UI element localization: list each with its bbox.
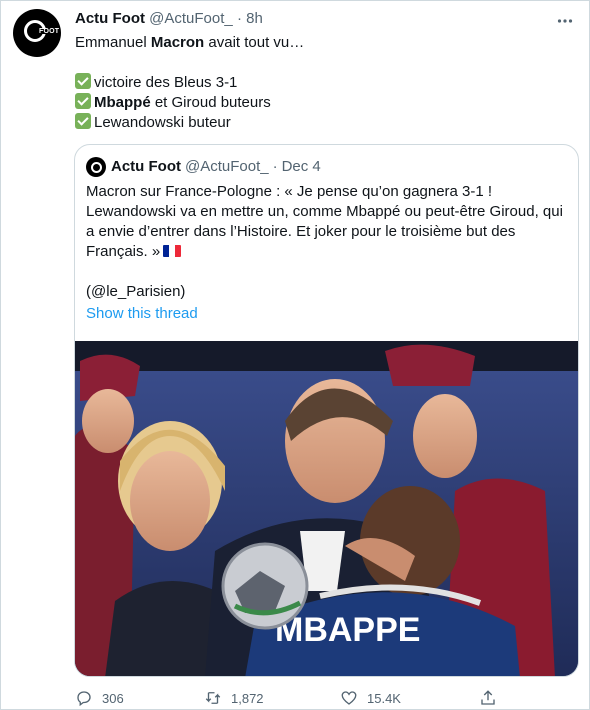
france-flag-icon <box>163 245 182 257</box>
reply-icon <box>77 691 91 707</box>
quoted-date: Dec 4 <box>281 158 321 175</box>
intro-tail: avait tout vu… <box>204 34 305 51</box>
check-line-1: victoire des Bleus 3-1 <box>75 73 575 93</box>
share-icon <box>481 690 495 705</box>
author-name[interactable]: Actu Foot <box>75 10 145 27</box>
check-line-2: Mbappé et Giroud buteurs <box>75 93 575 113</box>
reply-count: 306 <box>102 690 124 706</box>
tweet-header: Actu Foot @ActuFoot_ · 8h <box>75 10 263 28</box>
tweet-text: Emmanuel Macron avait tout vu… victoire … <box>75 33 575 133</box>
intro-bold: Macron <box>150 34 205 51</box>
tweet-intro-line: Emmanuel Macron avait tout vu… <box>75 33 575 53</box>
check-line-bold: Mbappé <box>94 94 151 111</box>
check-mark-icon <box>75 73 91 89</box>
mbappe-jersey-text: MBAPPE <box>275 611 420 649</box>
quoted-author-handle: @ActuFoot_ <box>184 158 269 175</box>
check-mark-icon <box>75 93 91 109</box>
reply-button[interactable]: 306 <box>75 689 124 707</box>
retweet-icon <box>205 692 221 704</box>
quoted-header: Actu Foot @ActuFoot_ · Dec 4 <box>86 157 321 177</box>
tweet-time[interactable]: 8h <box>246 10 263 27</box>
quoted-separator: · <box>272 158 278 175</box>
quoted-text-block: Macron sur France-Pologne : « Je pense q… <box>86 182 571 302</box>
intro-lead: Emmanuel <box>75 34 151 51</box>
retweet-count: 1,872 <box>231 690 264 706</box>
show-thread-link[interactable]: Show this thread <box>86 305 198 322</box>
ceremony-photo: MBAPPE <box>75 341 578 676</box>
avatar-logo-text: FOOT <box>39 28 60 35</box>
quoted-tweet[interactable]: Actu Foot @ActuFoot_ · Dec 4 Macron sur … <box>74 144 579 677</box>
quoted-photo[interactable]: MBAPPE <box>75 341 578 676</box>
quoted-source: (@le_Parisien) <box>86 283 186 300</box>
heart-icon <box>341 691 357 705</box>
check-line-text: Lewandowski buteur <box>94 114 231 131</box>
tweet-actions: 306 1,872 15.4K <box>75 689 505 709</box>
check-line-text: victoire des Bleus 3-1 <box>94 74 238 91</box>
check-line-3: Lewandowski buteur <box>75 113 575 133</box>
like-button[interactable]: 15.4K <box>340 689 401 707</box>
quoted-text: Macron sur France-Pologne : « Je pense q… <box>86 183 563 260</box>
header-separator: · <box>236 10 242 27</box>
author-avatar[interactable]: FOOT <box>13 9 61 57</box>
share-button[interactable] <box>479 689 506 707</box>
quoted-avatar[interactable] <box>86 157 106 177</box>
tweet-card[interactable]: FOOT Actu Foot @ActuFoot_ · 8h Emmanuel … <box>0 0 590 710</box>
check-mark-icon <box>75 113 91 129</box>
more-options-icon[interactable] <box>555 11 575 31</box>
like-count: 15.4K <box>367 690 401 706</box>
quoted-author-name: Actu Foot <box>111 158 181 175</box>
retweet-button[interactable]: 1,872 <box>204 689 264 707</box>
author-handle[interactable]: @ActuFoot_ <box>149 10 233 27</box>
check-line-text: et Giroud buteurs <box>150 94 271 111</box>
